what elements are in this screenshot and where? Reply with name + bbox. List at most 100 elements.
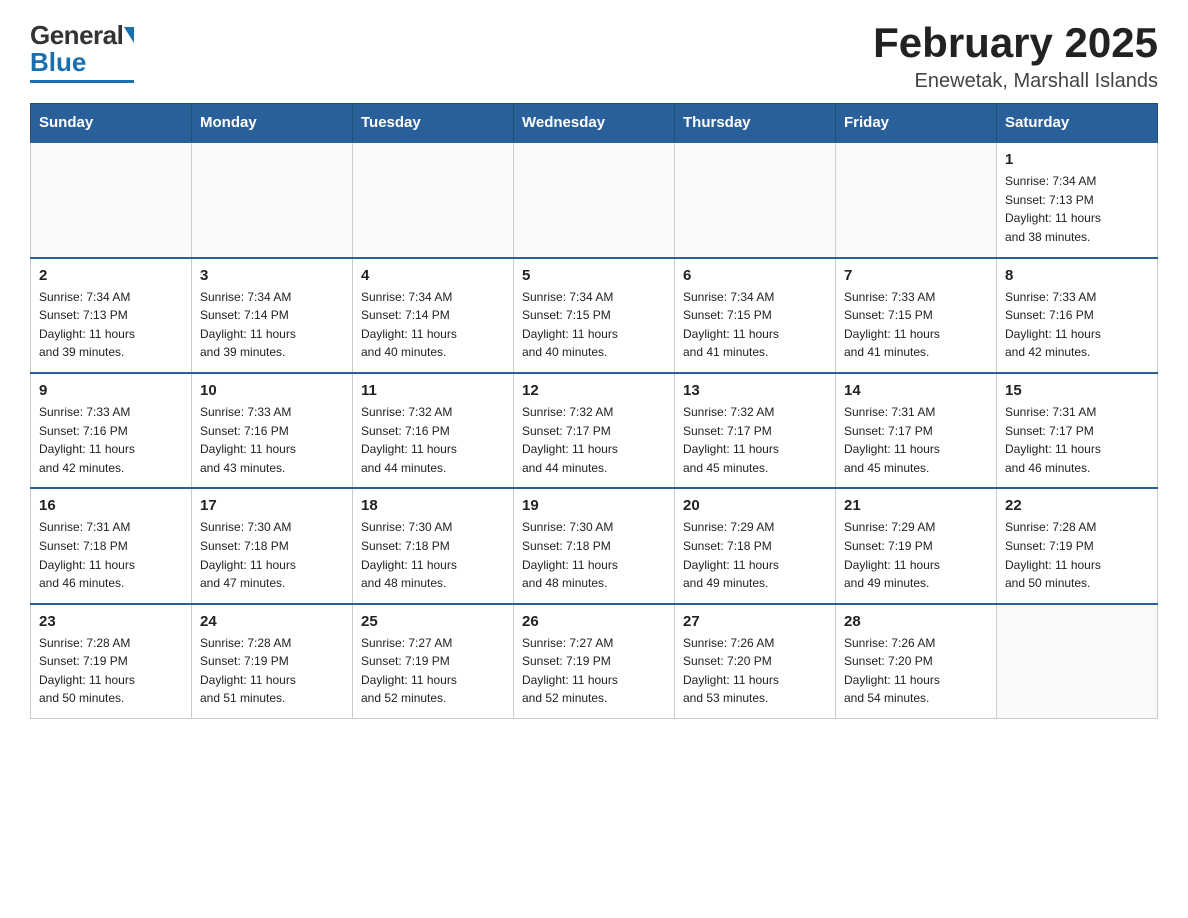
calendar-cell: 6 Sunrise: 7:34 AM Sunset: 7:15 PM Daylig… xyxy=(675,258,836,373)
calendar-cell: 1 Sunrise: 7:34 AM Sunset: 7:13 PM Daylig… xyxy=(997,142,1158,257)
day-info: Sunrise: 7:32 AM Sunset: 7:17 PM Dayligh… xyxy=(522,403,666,477)
day-number: 6 xyxy=(683,267,827,284)
calendar-cell xyxy=(31,142,192,257)
calendar-cell: 7 Sunrise: 7:33 AM Sunset: 7:15 PM Daylig… xyxy=(836,258,997,373)
calendar-title: February 2025 xyxy=(873,20,1158,66)
day-number: 3 xyxy=(200,267,344,284)
day-number: 18 xyxy=(361,497,505,514)
day-number: 21 xyxy=(844,497,988,514)
day-info: Sunrise: 7:32 AM Sunset: 7:16 PM Dayligh… xyxy=(361,403,505,477)
day-info: Sunrise: 7:33 AM Sunset: 7:16 PM Dayligh… xyxy=(200,403,344,477)
day-number: 5 xyxy=(522,267,666,284)
calendar-cell: 11 Sunrise: 7:32 AM Sunset: 7:16 PM Dayli… xyxy=(353,373,514,488)
calendar-cell xyxy=(353,142,514,257)
day-number: 11 xyxy=(361,382,505,399)
day-number: 8 xyxy=(1005,267,1149,284)
day-info: Sunrise: 7:33 AM Sunset: 7:16 PM Dayligh… xyxy=(39,403,183,477)
day-info: Sunrise: 7:34 AM Sunset: 7:15 PM Dayligh… xyxy=(683,288,827,362)
calendar-cell: 23 Sunrise: 7:28 AM Sunset: 7:19 PM Dayli… xyxy=(31,604,192,719)
day-header-wednesday: Wednesday xyxy=(514,104,675,143)
calendar-cell xyxy=(675,142,836,257)
day-info: Sunrise: 7:28 AM Sunset: 7:19 PM Dayligh… xyxy=(39,634,183,708)
day-number: 25 xyxy=(361,613,505,630)
calendar-cell: 9 Sunrise: 7:33 AM Sunset: 7:16 PM Daylig… xyxy=(31,373,192,488)
day-info: Sunrise: 7:29 AM Sunset: 7:18 PM Dayligh… xyxy=(683,518,827,592)
day-header-saturday: Saturday xyxy=(997,104,1158,143)
logo-blue-text: Blue xyxy=(30,47,86,78)
logo-underline xyxy=(30,80,134,83)
day-header-sunday: Sunday xyxy=(31,104,192,143)
day-info: Sunrise: 7:29 AM Sunset: 7:19 PM Dayligh… xyxy=(844,518,988,592)
day-number: 17 xyxy=(200,497,344,514)
calendar-cell: 10 Sunrise: 7:33 AM Sunset: 7:16 PM Dayli… xyxy=(192,373,353,488)
calendar-cell: 24 Sunrise: 7:28 AM Sunset: 7:19 PM Dayli… xyxy=(192,604,353,719)
day-number: 13 xyxy=(683,382,827,399)
day-info: Sunrise: 7:33 AM Sunset: 7:16 PM Dayligh… xyxy=(1005,288,1149,362)
logo: General Blue xyxy=(30,20,134,83)
calendar-cell: 8 Sunrise: 7:33 AM Sunset: 7:16 PM Daylig… xyxy=(997,258,1158,373)
day-number: 12 xyxy=(522,382,666,399)
calendar-week-row: 16Sunrise: 7:31 AM Sunset: 7:18 PM Dayli… xyxy=(31,488,1158,603)
day-info: Sunrise: 7:30 AM Sunset: 7:18 PM Dayligh… xyxy=(200,518,344,592)
calendar-body: 1 Sunrise: 7:34 AM Sunset: 7:13 PM Daylig… xyxy=(31,142,1158,718)
day-header-monday: Monday xyxy=(192,104,353,143)
day-number: 16 xyxy=(39,497,183,514)
calendar-cell xyxy=(836,142,997,257)
day-number: 15 xyxy=(1005,382,1149,399)
day-header-thursday: Thursday xyxy=(675,104,836,143)
calendar-cell: 22 Sunrise: 7:28 AM Sunset: 7:19 PM Dayli… xyxy=(997,488,1158,603)
day-number: 22 xyxy=(1005,497,1149,514)
calendar-cell: 26Sunrise: 7:27 AM Sunset: 7:19 PM Dayli… xyxy=(514,604,675,719)
day-number: 20 xyxy=(683,497,827,514)
calendar-cell xyxy=(192,142,353,257)
day-info: Sunrise: 7:31 AM Sunset: 7:17 PM Dayligh… xyxy=(1005,403,1149,477)
calendar-cell: 16Sunrise: 7:31 AM Sunset: 7:18 PM Dayli… xyxy=(31,488,192,603)
calendar-cell: 2 Sunrise: 7:34 AM Sunset: 7:13 PM Daylig… xyxy=(31,258,192,373)
day-number: 14 xyxy=(844,382,988,399)
day-number: 28 xyxy=(844,613,988,630)
day-info: Sunrise: 7:34 AM Sunset: 7:14 PM Dayligh… xyxy=(200,288,344,362)
day-info: Sunrise: 7:30 AM Sunset: 7:18 PM Dayligh… xyxy=(361,518,505,592)
page-header: General Blue February 2025 Enewetak, Mar… xyxy=(30,20,1158,93)
day-number: 9 xyxy=(39,382,183,399)
day-number: 27 xyxy=(683,613,827,630)
day-number: 1 xyxy=(1005,151,1149,168)
day-info: Sunrise: 7:34 AM Sunset: 7:14 PM Dayligh… xyxy=(361,288,505,362)
day-info: Sunrise: 7:34 AM Sunset: 7:13 PM Dayligh… xyxy=(39,288,183,362)
day-header-tuesday: Tuesday xyxy=(353,104,514,143)
calendar-week-row: 1 Sunrise: 7:34 AM Sunset: 7:13 PM Daylig… xyxy=(31,142,1158,257)
title-block: February 2025 Enewetak, Marshall Islands xyxy=(873,20,1158,93)
day-info: Sunrise: 7:33 AM Sunset: 7:15 PM Dayligh… xyxy=(844,288,988,362)
calendar-cell: 21 Sunrise: 7:29 AM Sunset: 7:19 PM Dayli… xyxy=(836,488,997,603)
calendar-week-row: 2 Sunrise: 7:34 AM Sunset: 7:13 PM Daylig… xyxy=(31,258,1158,373)
calendar-cell: 27Sunrise: 7:26 AM Sunset: 7:20 PM Dayli… xyxy=(675,604,836,719)
day-info: Sunrise: 7:28 AM Sunset: 7:19 PM Dayligh… xyxy=(200,634,344,708)
day-number: 10 xyxy=(200,382,344,399)
day-number: 24 xyxy=(200,613,344,630)
day-number: 2 xyxy=(39,267,183,284)
day-number: 19 xyxy=(522,497,666,514)
calendar-cell: 13Sunrise: 7:32 AM Sunset: 7:17 PM Dayli… xyxy=(675,373,836,488)
day-info: Sunrise: 7:34 AM Sunset: 7:13 PM Dayligh… xyxy=(1005,172,1149,246)
calendar-week-row: 9 Sunrise: 7:33 AM Sunset: 7:16 PM Daylig… xyxy=(31,373,1158,488)
calendar-cell xyxy=(514,142,675,257)
calendar-cell: 4 Sunrise: 7:34 AM Sunset: 7:14 PM Daylig… xyxy=(353,258,514,373)
calendar-cell: 15 Sunrise: 7:31 AM Sunset: 7:17 PM Dayli… xyxy=(997,373,1158,488)
calendar-cell xyxy=(997,604,1158,719)
logo-arrow-icon xyxy=(124,27,134,43)
day-info: Sunrise: 7:31 AM Sunset: 7:17 PM Dayligh… xyxy=(844,403,988,477)
day-info: Sunrise: 7:34 AM Sunset: 7:15 PM Dayligh… xyxy=(522,288,666,362)
calendar-cell: 5 Sunrise: 7:34 AM Sunset: 7:15 PM Daylig… xyxy=(514,258,675,373)
calendar-cell: 25Sunrise: 7:27 AM Sunset: 7:19 PM Dayli… xyxy=(353,604,514,719)
calendar-cell: 12 Sunrise: 7:32 AM Sunset: 7:17 PM Dayli… xyxy=(514,373,675,488)
day-info: Sunrise: 7:28 AM Sunset: 7:19 PM Dayligh… xyxy=(1005,518,1149,592)
calendar-cell: 20 Sunrise: 7:29 AM Sunset: 7:18 PM Dayli… xyxy=(675,488,836,603)
calendar-cell: 3 Sunrise: 7:34 AM Sunset: 7:14 PM Daylig… xyxy=(192,258,353,373)
day-header-friday: Friday xyxy=(836,104,997,143)
day-number: 4 xyxy=(361,267,505,284)
day-number: 23 xyxy=(39,613,183,630)
day-info: Sunrise: 7:26 AM Sunset: 7:20 PM Dayligh… xyxy=(844,634,988,708)
day-number: 7 xyxy=(844,267,988,284)
calendar-cell: 19Sunrise: 7:30 AM Sunset: 7:18 PM Dayli… xyxy=(514,488,675,603)
calendar-cell: 18 Sunrise: 7:30 AM Sunset: 7:18 PM Dayli… xyxy=(353,488,514,603)
